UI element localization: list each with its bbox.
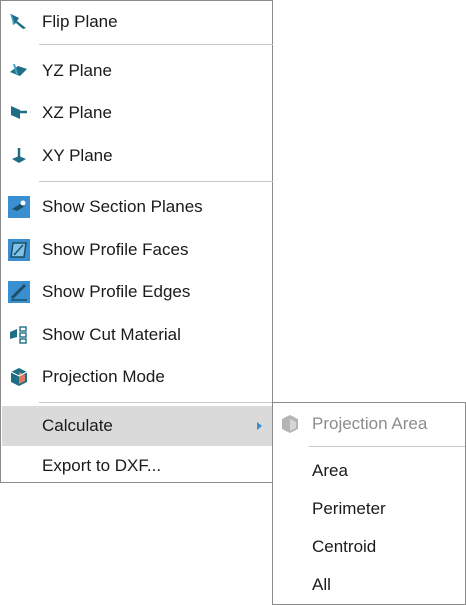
chevron-right-icon [257, 422, 262, 430]
submenu-item-label: Projection Area [312, 414, 428, 433]
submenu-item-label: Centroid [312, 537, 377, 556]
submenu-item-label: Area [312, 461, 348, 480]
calculate-submenu: Projection Area Area Perimeter Centroid … [272, 402, 466, 605]
submenu-item-centroid[interactable]: Centroid [274, 529, 464, 565]
menu-item-label: XY Plane [42, 146, 113, 165]
xz-plane-icon [8, 102, 30, 124]
menu-item-show-section-planes[interactable]: Show Section Planes [2, 187, 272, 227]
projection-area-icon [279, 413, 301, 435]
menu-item-label: Calculate [42, 416, 113, 435]
separator [39, 181, 273, 182]
submenu-item-label: All [312, 575, 331, 594]
menu-item-yz-plane[interactable]: YZ Plane [2, 51, 272, 91]
yz-plane-icon [8, 60, 30, 82]
submenu-item-area[interactable]: Area [274, 453, 464, 489]
menu-item-label: Projection Mode [42, 367, 165, 386]
menu-item-xy-plane[interactable]: XY Plane [2, 136, 272, 176]
separator [39, 44, 273, 45]
menu-item-label: Show Section Planes [42, 197, 203, 216]
menu-item-show-cut-material[interactable]: Show Cut Material [2, 315, 272, 355]
menu-item-label: XZ Plane [42, 103, 112, 122]
menu-item-export-dxf[interactable]: Export to DXF... [2, 446, 272, 486]
profile-faces-icon [8, 239, 30, 261]
context-menu: Flip Plane YZ Plane XZ Plane XY Plane Sh… [0, 0, 273, 483]
menu-item-label: Export to DXF... [42, 456, 162, 475]
xy-plane-icon [8, 145, 30, 167]
flip-plane-icon [8, 11, 30, 33]
cut-material-icon [8, 324, 30, 346]
projection-mode-icon [8, 366, 30, 388]
separator [39, 402, 273, 403]
menu-item-label: Show Profile Edges [42, 282, 191, 301]
section-planes-icon [8, 196, 30, 218]
menu-item-label: Show Profile Faces [42, 240, 189, 259]
menu-item-flip-plane[interactable]: Flip Plane [2, 2, 272, 42]
menu-item-calculate[interactable]: Calculate [2, 406, 272, 446]
menu-item-show-profile-faces[interactable]: Show Profile Faces [2, 230, 272, 270]
menu-item-xz-plane[interactable]: XZ Plane [2, 93, 272, 133]
menu-item-show-profile-edges[interactable]: Show Profile Edges [2, 272, 272, 312]
menu-item-label: YZ Plane [42, 61, 112, 80]
menu-item-label: Show Cut Material [42, 325, 181, 344]
submenu-item-label: Perimeter [312, 499, 386, 518]
profile-edges-icon [8, 281, 30, 303]
menu-item-projection-mode[interactable]: Projection Mode [2, 357, 272, 397]
submenu-item-projection-area: Projection Area [274, 406, 464, 442]
submenu-item-perimeter[interactable]: Perimeter [274, 491, 464, 527]
submenu-item-all[interactable]: All [274, 567, 464, 603]
separator [309, 446, 465, 447]
menu-item-label: Flip Plane [42, 12, 118, 31]
